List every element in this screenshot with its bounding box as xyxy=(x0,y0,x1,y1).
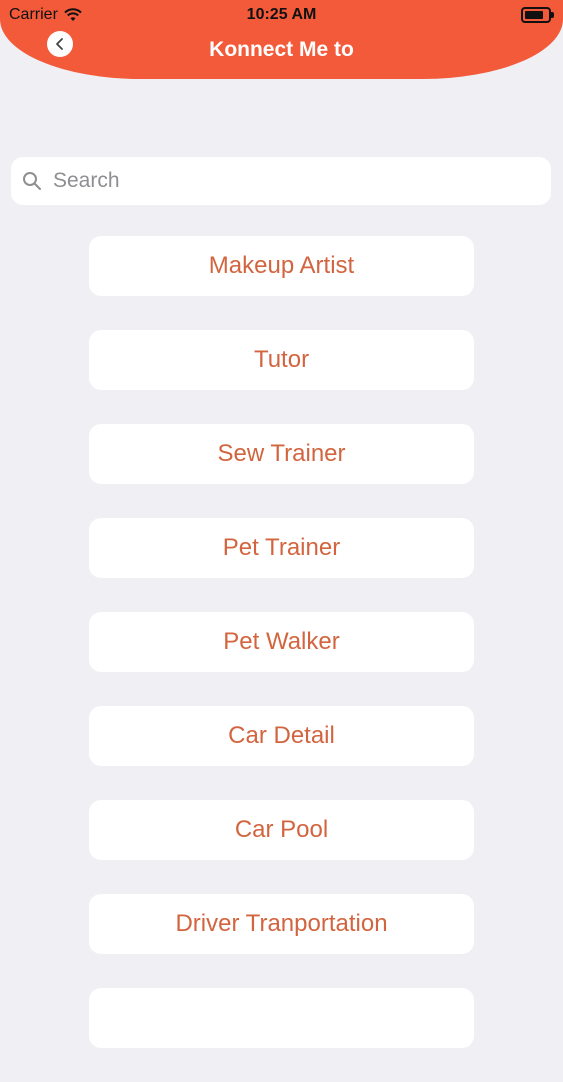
list-item-car-detail[interactable]: Car Detail xyxy=(89,706,474,766)
status-bar: Carrier 10:25 AM xyxy=(0,0,563,30)
search-input[interactable] xyxy=(51,168,535,194)
list-item-pet-trainer[interactable]: Pet Trainer xyxy=(89,518,474,578)
list-item-driver-transportation[interactable]: Driver Tranportation xyxy=(89,894,474,954)
status-time: 10:25 AM xyxy=(246,6,317,23)
list-item-tutor[interactable]: Tutor xyxy=(89,330,474,390)
list-item-sew-trainer[interactable]: Sew Trainer xyxy=(89,424,474,484)
list-item-car-pool[interactable]: Car Pool xyxy=(89,800,474,860)
list-item-makeup-artist[interactable]: Makeup Artist xyxy=(89,236,474,296)
list-item-pet-walker[interactable]: Pet Walker xyxy=(89,612,474,672)
page-title: Konnect Me to xyxy=(209,38,354,61)
battery-icon xyxy=(521,7,554,23)
list-item-partial[interactable] xyxy=(89,988,474,1048)
search-bar[interactable] xyxy=(11,157,551,205)
service-list: Makeup Artist Tutor Sew Trainer Pet Trai… xyxy=(89,236,474,1082)
search-icon xyxy=(21,170,43,192)
